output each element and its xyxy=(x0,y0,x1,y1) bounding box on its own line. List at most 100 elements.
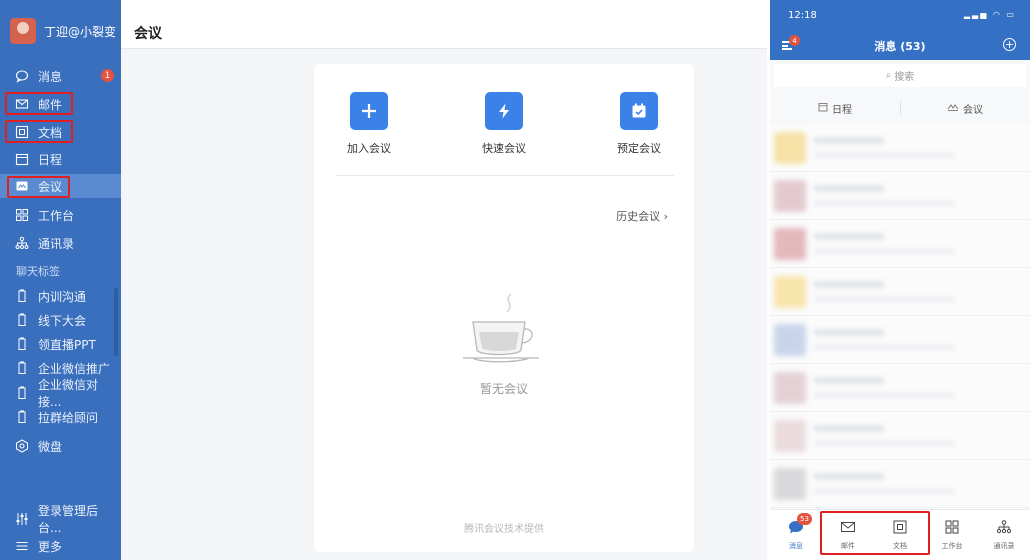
list-item[interactable] xyxy=(770,364,1030,412)
sidebar-tag-item[interactable]: 领直播PPT xyxy=(0,332,121,356)
tag-icon xyxy=(15,289,29,303)
list-item-title xyxy=(814,473,884,480)
org-chart-icon xyxy=(996,519,1012,538)
tab-label: 工作台 xyxy=(941,542,963,550)
grid-icon xyxy=(15,208,29,222)
sidebar-item-label: 消息 xyxy=(38,69,63,84)
avatar xyxy=(774,180,806,212)
message-list xyxy=(770,124,1030,509)
sidebar-item-label: 领直播PPT xyxy=(38,337,96,352)
list-item-preview xyxy=(814,200,954,206)
list-item-preview xyxy=(814,440,954,446)
hexagon-icon xyxy=(15,439,29,453)
list-item[interactable] xyxy=(770,316,1030,364)
list-item[interactable] xyxy=(770,460,1030,508)
join-meeting-button[interactable]: 加入会议 xyxy=(329,92,409,156)
tab-messages[interactable]: 53 消息 xyxy=(770,513,822,551)
list-item[interactable] xyxy=(770,268,1030,316)
sidebar-scrollbar[interactable] xyxy=(114,288,118,356)
sidebar-item-label: 登录管理后台... xyxy=(38,504,99,535)
list-item-title xyxy=(814,425,884,432)
sidebar-tag-item[interactable]: 内训沟通 xyxy=(0,284,121,308)
quick-label: 会议 xyxy=(963,104,983,116)
phone-nav-bar: 4 消息 (53) + xyxy=(770,30,1030,60)
history-meetings-link[interactable]: 历史会议 › xyxy=(616,208,668,224)
sidebar-item-contacts[interactable]: 通讯录 xyxy=(0,231,121,255)
sidebar-item-more[interactable]: 更多 xyxy=(0,534,121,558)
quick-label: 日程 xyxy=(832,104,852,116)
lightning-icon[interactable] xyxy=(485,92,523,130)
tag-icon xyxy=(15,386,29,400)
list-item-preview xyxy=(814,488,954,494)
plus-icon[interactable] xyxy=(350,92,388,130)
list-item-preview xyxy=(814,296,954,302)
chat-bubble-icon xyxy=(15,69,29,83)
highlight-box-phone-tabs xyxy=(820,511,930,555)
history-link-label: 历史会议 xyxy=(616,210,661,223)
sidebar-tag-item[interactable]: 拉群给顾问 xyxy=(0,405,121,429)
phone-search-input[interactable]: ⌕ 搜索 xyxy=(774,64,1026,87)
list-item-preview xyxy=(814,248,954,254)
divider xyxy=(336,175,674,176)
provider-footer: 腾讯会议技术提供 xyxy=(464,524,544,535)
tag-icon xyxy=(15,361,29,375)
calendar-check-icon[interactable] xyxy=(620,92,658,130)
calendar-icon xyxy=(818,102,828,115)
tag-icon xyxy=(15,313,29,327)
sidebar-tag-item[interactable]: 线下大会 xyxy=(0,308,121,332)
tab-label: 通讯录 xyxy=(993,542,1015,550)
status-bar: 12:18 ▂▃▅ ◠ ▭ xyxy=(770,0,1030,30)
avatar[interactable] xyxy=(10,18,36,44)
avatar xyxy=(774,276,806,308)
quick-meeting[interactable]: 会议 xyxy=(900,101,1030,116)
list-item-title xyxy=(814,377,884,384)
list-item-title xyxy=(814,233,884,240)
sidebar-item-label: 企业微信推广 xyxy=(38,361,111,376)
tag-icon xyxy=(15,410,29,424)
chevron-right-icon: › xyxy=(663,210,668,223)
quick-access-bar: 日程 会议 xyxy=(770,92,1030,124)
sidebar-item-label: 微盘 xyxy=(38,439,63,454)
avatar xyxy=(774,372,806,404)
sidebar-tag-item[interactable]: 企业微信对接... xyxy=(0,378,121,409)
meeting-icon xyxy=(947,102,959,115)
sliders-icon xyxy=(15,512,29,526)
chat-tags-section-label: 聊天标签 xyxy=(16,265,60,278)
username: 丁迎@小裂变 xyxy=(44,24,117,39)
list-item[interactable] xyxy=(770,124,1030,172)
list-item[interactable] xyxy=(770,220,1030,268)
quick-calendar[interactable]: 日程 xyxy=(770,101,900,116)
sidebar-item-label: 更多 xyxy=(38,539,63,554)
add-icon[interactable]: + xyxy=(1003,38,1016,51)
list-item-preview xyxy=(814,344,954,350)
list-item-title xyxy=(814,281,884,288)
sidebar-item-workbench[interactable]: 工作台 xyxy=(0,203,121,227)
tag-icon xyxy=(15,337,29,351)
sidebar-item-calendar[interactable]: 日程 xyxy=(0,147,121,171)
org-chart-icon xyxy=(15,236,29,250)
action-label: 加入会议 xyxy=(347,142,391,155)
signal-wifi-battery-icon: ▂▃▅ ◠ ▭ xyxy=(963,10,1016,19)
list-item-title xyxy=(814,185,884,192)
user-profile[interactable]: 丁迎@小裂变 xyxy=(10,18,116,44)
list-item[interactable] xyxy=(770,412,1030,460)
sidebar-item-admin[interactable]: 登录管理后台... xyxy=(0,504,121,535)
main-panel: 会议 加入会议 快速会议 预定会议 历史会议 › 暂无会议 腾讯会议技术提供 xyxy=(121,0,767,560)
schedule-meeting-button[interactable]: 预定会议 xyxy=(599,92,679,156)
meeting-card: 加入会议 快速会议 预定会议 历史会议 › 暂无会议 腾讯会议技术提供 xyxy=(314,64,694,552)
avatar xyxy=(774,228,806,260)
sidebar-item-disk[interactable]: 微盘 xyxy=(0,434,121,458)
sidebar-item-label: 日程 xyxy=(38,152,63,167)
sidebar-item-label: 内训沟通 xyxy=(38,289,87,304)
quick-meeting-button[interactable]: 快速会议 xyxy=(464,92,544,156)
list-item-preview xyxy=(814,392,954,398)
tab-workbench[interactable]: 工作台 xyxy=(926,519,978,551)
avatar xyxy=(774,468,806,500)
list-item-title xyxy=(814,137,884,144)
main-header: 会议 xyxy=(121,0,767,49)
sidebar-item-label: 工作台 xyxy=(38,208,75,223)
unread-badge: 53 xyxy=(797,513,812,525)
list-item[interactable] xyxy=(770,172,1030,220)
tab-contacts[interactable]: 通讯录 xyxy=(978,519,1030,551)
search-icon: ⌕ xyxy=(885,70,892,81)
